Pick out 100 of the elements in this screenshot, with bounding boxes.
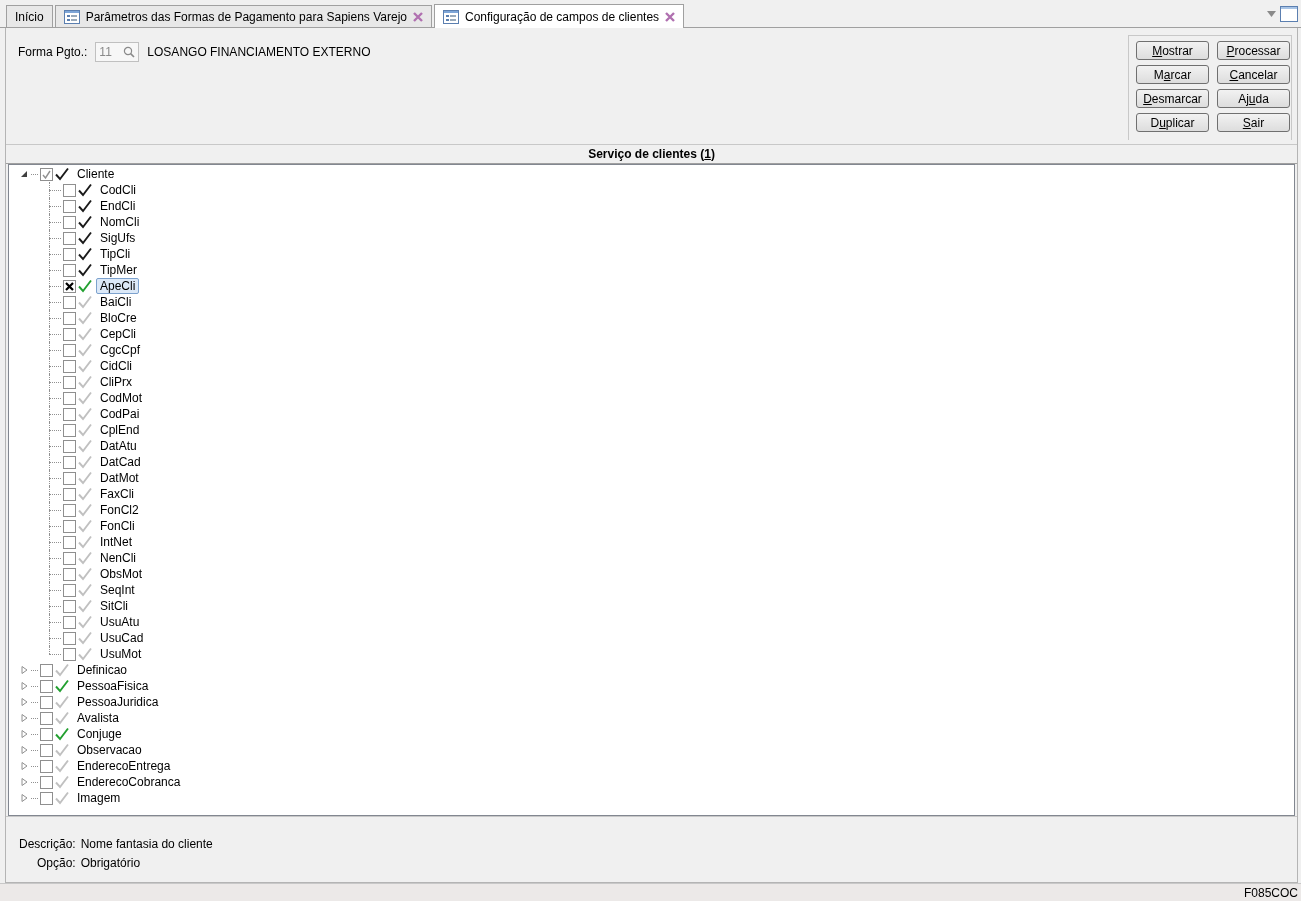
- tree-item[interactable]: EnderecoCobranca: [73, 774, 185, 790]
- action-button[interactable]: Sair: [1217, 113, 1290, 132]
- close-icon[interactable]: [665, 11, 676, 22]
- tree-item[interactable]: CodMot: [96, 390, 147, 406]
- checkbox[interactable]: [63, 311, 76, 325]
- tab[interactable]: Parâmetros das Formas de Pagamento para Sapiens Varejo: [54, 5, 432, 27]
- tree-item[interactable]: BaiCli: [96, 294, 136, 310]
- checkbox[interactable]: [63, 631, 76, 645]
- action-button[interactable]: Processar: [1217, 41, 1290, 60]
- expand-icon[interactable]: [21, 762, 28, 770]
- maximize-icon[interactable]: [1280, 6, 1298, 22]
- checkbox[interactable]: [63, 343, 76, 357]
- checkbox[interactable]: [63, 647, 76, 661]
- action-button[interactable]: Desmarcar: [1136, 89, 1209, 108]
- action-button[interactable]: Duplicar: [1136, 113, 1209, 132]
- tree-item[interactable]: UsuCad: [96, 630, 148, 646]
- checkbox[interactable]: [63, 295, 76, 309]
- tree-item[interactable]: Definicao: [73, 662, 132, 678]
- tree-item[interactable]: SeqInt: [96, 582, 139, 598]
- tree-item[interactable]: NenCli: [96, 550, 140, 566]
- checkbox[interactable]: [63, 407, 76, 421]
- tree-item[interactable]: CodPai: [96, 406, 144, 422]
- checkbox[interactable]: [63, 375, 76, 389]
- checkbox[interactable]: [63, 359, 76, 373]
- checkbox[interactable]: [63, 183, 76, 197]
- tree-item[interactable]: FaxCli: [96, 486, 138, 502]
- tree-item[interactable]: EnderecoEntrega: [73, 758, 175, 774]
- tree-item[interactable]: TipCli: [96, 246, 135, 262]
- checkbox[interactable]: [63, 439, 76, 453]
- tree-item[interactable]: EndCli: [96, 198, 140, 214]
- action-button[interactable]: Cancelar: [1217, 65, 1290, 84]
- checkbox[interactable]: [63, 615, 76, 629]
- tree-item[interactable]: Imagem: [73, 790, 125, 806]
- tree-item[interactable]: PessoaJuridica: [73, 694, 163, 710]
- tree-item[interactable]: FonCli: [96, 518, 139, 534]
- checkbox[interactable]: [40, 775, 53, 789]
- checkbox[interactable]: [63, 231, 76, 245]
- checkbox[interactable]: [63, 503, 76, 517]
- tree-item[interactable]: CepCli: [96, 326, 140, 342]
- checkbox[interactable]: [63, 535, 76, 549]
- tree-item[interactable]: ObsMot: [96, 566, 146, 582]
- checkbox[interactable]: [63, 567, 76, 581]
- expand-icon[interactable]: [21, 698, 28, 706]
- tree-item[interactable]: CidCli: [96, 358, 136, 374]
- action-button[interactable]: Marcar: [1136, 65, 1209, 84]
- tree-item[interactable]: Avalista: [73, 710, 123, 726]
- checkbox[interactable]: [40, 727, 53, 741]
- tree-item[interactable]: PessoaFisica: [73, 678, 153, 694]
- checkbox[interactable]: [63, 199, 76, 213]
- collapse-icon[interactable]: [21, 170, 28, 178]
- expand-icon[interactable]: [21, 730, 28, 738]
- checkbox[interactable]: [40, 695, 53, 709]
- checkbox[interactable]: [63, 391, 76, 405]
- tree-item[interactable]: BloCre: [96, 310, 141, 326]
- checkbox[interactable]: [63, 423, 76, 437]
- checkbox[interactable]: [63, 471, 76, 485]
- checkbox[interactable]: [40, 711, 53, 725]
- checkbox[interactable]: [40, 791, 53, 805]
- tree-item[interactable]: CodCli: [96, 182, 140, 198]
- tree-item[interactable]: UsuAtu: [96, 614, 144, 630]
- checkbox[interactable]: [40, 759, 53, 773]
- checkbox[interactable]: [63, 519, 76, 533]
- action-button[interactable]: Ajuda: [1217, 89, 1290, 108]
- tree-item[interactable]: UsuMot: [96, 646, 146, 662]
- close-icon[interactable]: [412, 11, 423, 22]
- checkbox[interactable]: [40, 663, 53, 677]
- expand-icon[interactable]: [21, 682, 28, 690]
- tree-item[interactable]: Cliente: [73, 166, 119, 182]
- checkbox[interactable]: [63, 551, 76, 565]
- action-button[interactable]: Mostrar: [1136, 41, 1209, 60]
- tree-item[interactable]: DatMot: [96, 470, 143, 486]
- tree-item[interactable]: SitCli: [96, 598, 132, 614]
- tree-item[interactable]: NomCli: [96, 214, 144, 230]
- tree-item[interactable]: IntNet: [96, 534, 136, 550]
- checkbox[interactable]: [63, 455, 76, 469]
- tree-item[interactable]: Observacao: [73, 742, 146, 758]
- tree-item[interactable]: CgcCpf: [96, 342, 144, 358]
- checkbox[interactable]: [63, 279, 76, 293]
- expand-icon[interactable]: [21, 778, 28, 786]
- tree-item[interactable]: DatAtu: [96, 438, 141, 454]
- expand-icon[interactable]: [21, 794, 28, 802]
- checkbox[interactable]: [63, 487, 76, 501]
- checkbox[interactable]: [63, 599, 76, 613]
- tree-item[interactable]: DatCad: [96, 454, 145, 470]
- tree-item[interactable]: CliPrx: [96, 374, 136, 390]
- tab[interactable]: Configuração de campos de clientes: [433, 4, 685, 28]
- checkbox[interactable]: [63, 263, 76, 277]
- expand-icon[interactable]: [21, 746, 28, 754]
- checkbox[interactable]: [63, 247, 76, 261]
- tree-item[interactable]: ApeCli: [96, 278, 140, 294]
- checkbox[interactable]: [40, 743, 53, 757]
- tree-item[interactable]: CplEnd: [96, 422, 144, 438]
- checkbox[interactable]: [40, 167, 53, 181]
- checkbox[interactable]: [63, 327, 76, 341]
- expand-icon[interactable]: [21, 714, 28, 722]
- checkbox[interactable]: [63, 215, 76, 229]
- expand-icon[interactable]: [21, 666, 28, 674]
- tab[interactable]: Início: [6, 5, 53, 27]
- tree-item[interactable]: Conjuge: [73, 726, 126, 742]
- tree-item[interactable]: FonCl2: [96, 502, 143, 518]
